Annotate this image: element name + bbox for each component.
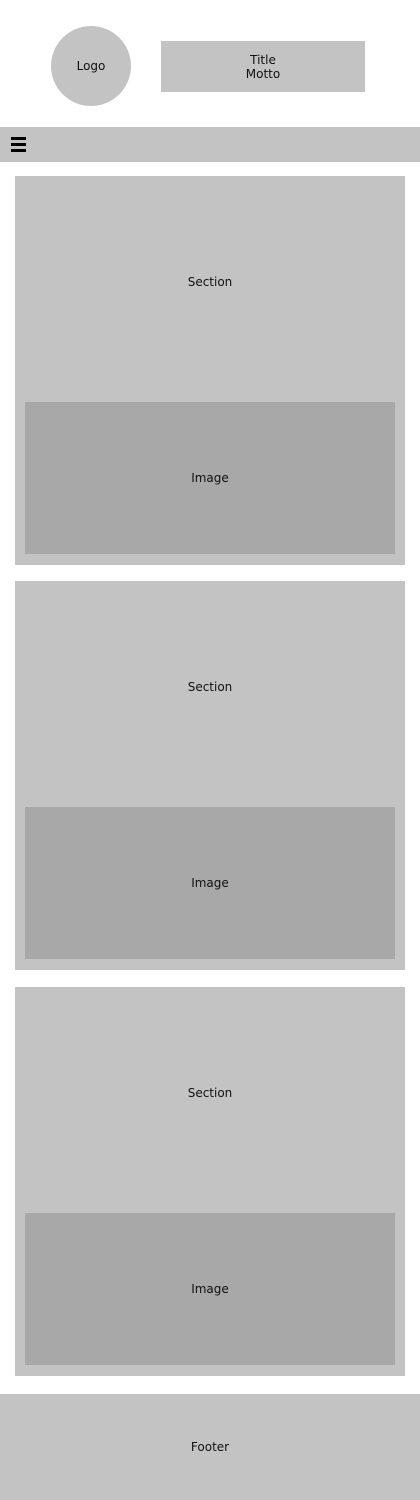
section-label: Section <box>187 680 233 694</box>
hamburger-line <box>11 149 26 152</box>
content-section: Section Image <box>15 176 405 565</box>
image-label: Image <box>191 876 229 890</box>
site-title: Title <box>250 52 276 67</box>
site-motto: Motto <box>245 66 281 81</box>
image-label: Image <box>191 1282 229 1296</box>
hamburger-menu-icon[interactable] <box>11 137 26 152</box>
section-image: Image <box>25 807 395 959</box>
section-image: Image <box>25 402 395 554</box>
image-label: Image <box>191 471 229 485</box>
footer-label: Footer <box>190 1440 230 1454</box>
logo[interactable]: Logo <box>51 26 131 106</box>
hamburger-line <box>11 137 26 140</box>
section-label: Section <box>187 275 233 289</box>
section-image: Image <box>25 1213 395 1365</box>
site-footer: Footer <box>0 1394 420 1500</box>
content-section: Section Image <box>15 987 405 1376</box>
logo-label: Logo <box>76 59 106 73</box>
hamburger-line <box>11 143 26 146</box>
nav-bar <box>0 127 420 162</box>
section-label: Section <box>187 1086 233 1100</box>
content-section: Section Image <box>15 581 405 970</box>
title-block: Title Motto <box>161 41 365 92</box>
